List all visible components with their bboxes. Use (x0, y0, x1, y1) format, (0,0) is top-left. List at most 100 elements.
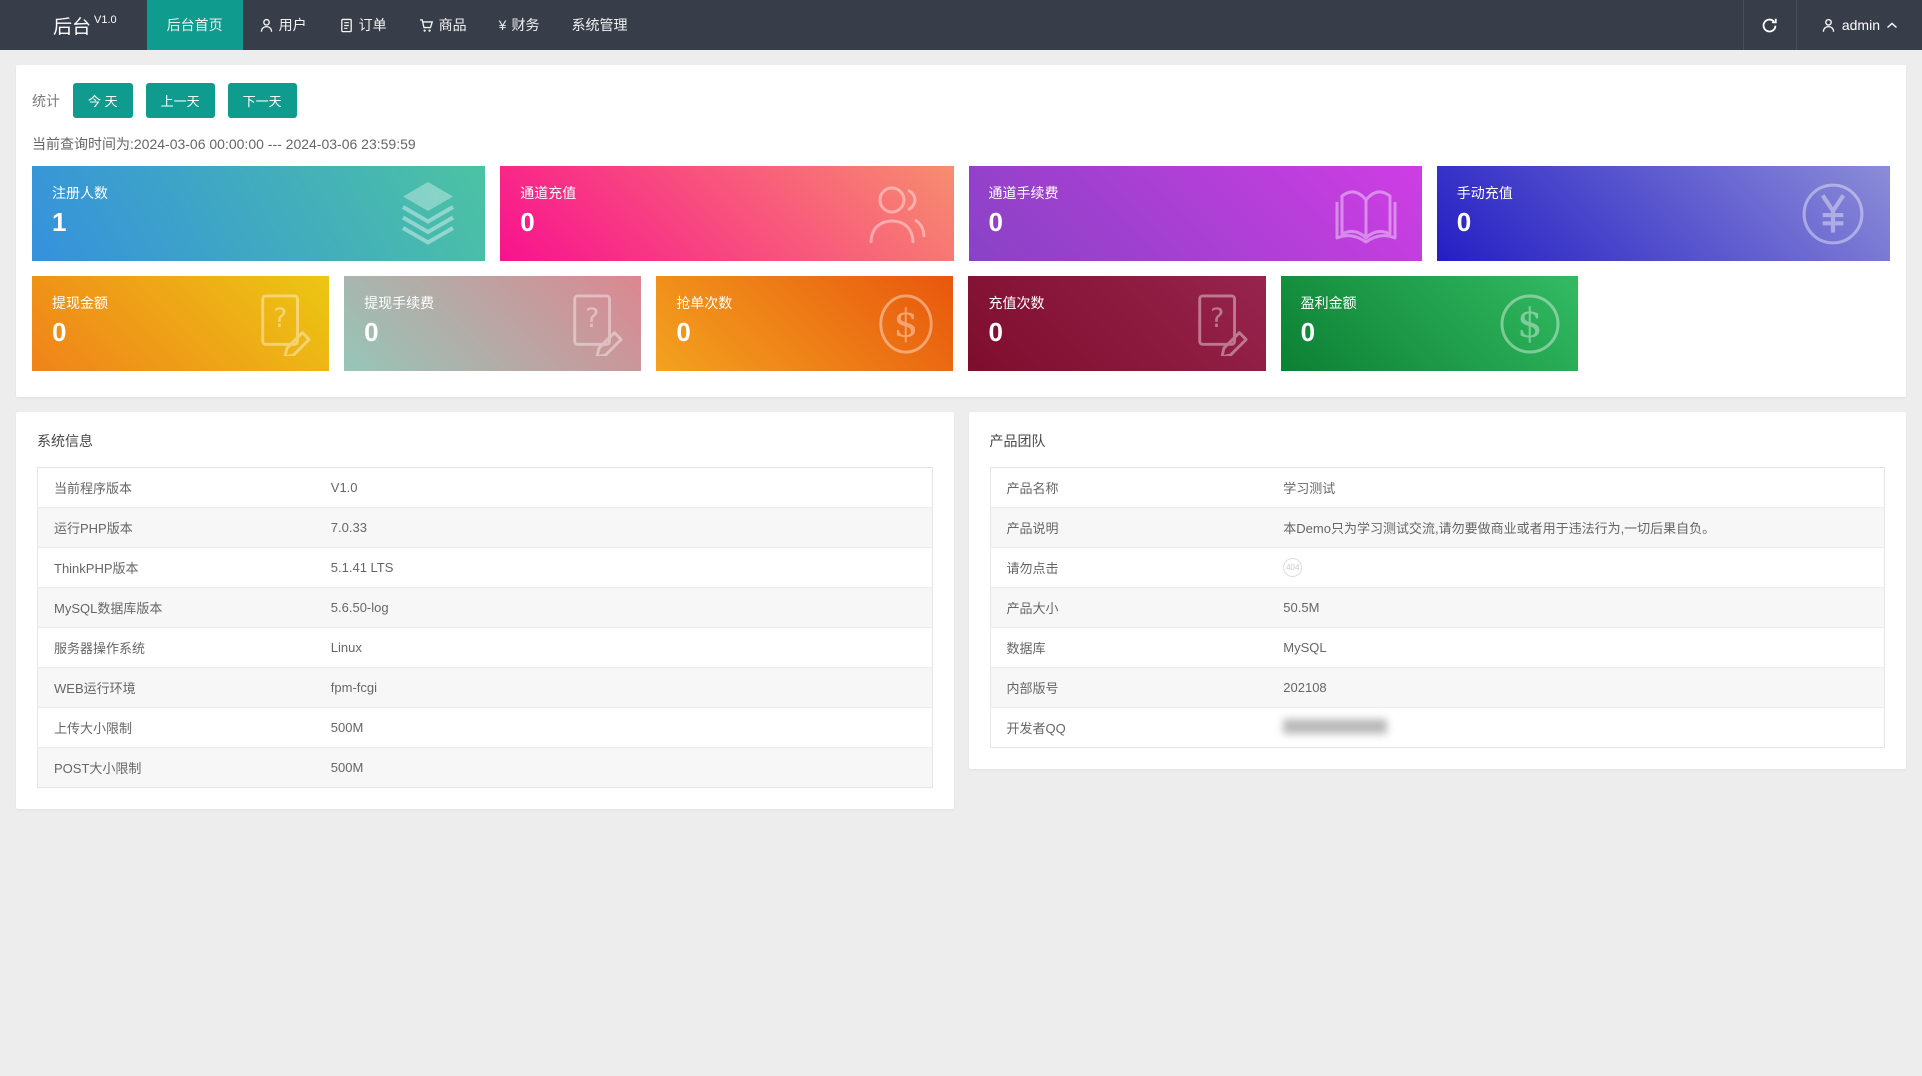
table-row: 请勿点击 404 (990, 547, 1885, 588)
table-row: MySQL数据库版本 5.6.50-log (37, 587, 932, 628)
refresh-button[interactable] (1742, 0, 1797, 50)
stat-card-manual-recharge: 手动充值 0 (1436, 166, 1890, 261)
query-time-text: 当前查询时间为:2024-03-06 00:00:00 --- 2024-03-… (32, 136, 416, 152)
stat-card-recharge-count: 充值次数 0 ? (968, 276, 1266, 371)
product-team-table: 产品名称 学习测试 产品说明 本Demo只为学习测试交流,请勿要做商业或者用于违… (989, 467, 1885, 748)
stat-cards-row-1: 注册人数 1 通道充值 0 通道手续费 0 手动充值 0 (32, 166, 1890, 261)
row-value: 500M (330, 720, 364, 735)
nav-item-finance[interactable]: ¥ 财务 (483, 0, 556, 50)
row-value: MySQL (1283, 640, 1327, 655)
system-info-table: 当前程序版本 V1.0 运行PHP版本 7.0.33 ThinkPHP版本 5.… (37, 467, 933, 788)
nav-item-products[interactable]: 商品 (403, 0, 483, 50)
row-value: 500M (330, 760, 364, 775)
nav-item-label: 商品 (438, 17, 467, 33)
user-menu[interactable]: admin (1797, 0, 1922, 50)
row-label: 开发者QQ (1006, 721, 1066, 736)
brand-title: 后台 (53, 16, 92, 38)
stat-cards-row-2: 提现金额 0 ? 提现手续费 0 ? 抢单次数 0 $ 充值次数 0 ? 盈利金… (32, 276, 1890, 371)
nav-item-home[interactable]: 后台首页 (146, 0, 243, 50)
row-label: 运行PHP版本 (54, 521, 133, 536)
table-row: 产品名称 学习测试 (990, 468, 1885, 508)
row-label: 产品大小 (1006, 601, 1059, 616)
previous-day-button[interactable]: 上一天 (145, 83, 215, 118)
row-value: 5.6.50-log (330, 600, 389, 615)
layers-icon (395, 179, 461, 249)
admin-user-icon (1821, 18, 1836, 33)
chevron-up-icon (1886, 21, 1898, 30)
table-row: 上传大小限制 500M (37, 707, 932, 748)
table-row: 产品大小 50.5M (990, 587, 1885, 628)
stats-panel: 统计 今 天 上一天 下一天 当前查询时间为:2024-03-06 00:00:… (16, 65, 1906, 397)
doc-question-icon: ? (567, 292, 625, 356)
stat-card-channel-recharge: 通道充值 0 (500, 166, 954, 261)
row-value: 学习测试 (1283, 481, 1336, 496)
table-row: 产品说明 本Demo只为学习测试交流,请勿要做商业或者用于违法行为,一切后果自负… (990, 507, 1885, 548)
dollar-circle-icon: $ (1498, 292, 1562, 356)
table-row: 当前程序版本 V1.0 (38, 468, 933, 508)
main-nav: 后台首页 用户 订单 商品 ¥ 财务 系统管理 (146, 0, 644, 50)
row-label: 产品说明 (1006, 521, 1059, 536)
nav-item-label: 订单 (358, 17, 387, 33)
row-value: 50.5M (1283, 600, 1320, 615)
row-label: POST大小限制 (54, 761, 142, 776)
stat-card-registered-users: 注册人数 1 (32, 166, 486, 261)
row-label: 当前程序版本 (54, 481, 133, 496)
user-icon (259, 18, 274, 33)
row-label: WEB运行环境 (54, 681, 136, 696)
stat-card-order-grab-count: 抢单次数 0 $ (656, 276, 954, 371)
row-value: 404 (1267, 548, 1884, 588)
row-label: 内部版号 (1006, 681, 1059, 696)
row-value: 本Demo只为学习测试交流,请勿要做商业或者用于违法行为,一切后果自负。 (1283, 521, 1716, 536)
today-button[interactable]: 今 天 (73, 83, 133, 118)
product-team-title: 产品团队 (989, 433, 1046, 449)
stat-card-withdraw-amount: 提现金额 0 ? (32, 276, 330, 371)
next-day-button[interactable]: 下一天 (227, 83, 297, 118)
yen-circle-icon (1800, 181, 1866, 247)
document-icon (339, 18, 354, 33)
product-team-panel: 产品团队 产品名称 学习测试 产品说明 本Demo只为学习测试交流,请勿要做商业… (968, 412, 1906, 769)
table-row: 开发者QQ (990, 707, 1885, 748)
system-info-panel: 系统信息 当前程序版本 V1.0 运行PHP版本 7.0.33 ThinkPHP… (16, 412, 954, 809)
table-row: 数据库 MySQL (990, 627, 1885, 668)
nav-item-label: 系统管理 (571, 17, 628, 33)
svg-text:?: ? (1210, 302, 1224, 333)
svg-text:?: ? (585, 302, 599, 333)
nav-item-orders[interactable]: 订单 (323, 0, 403, 50)
table-row: POST大小限制 500M (37, 747, 932, 788)
row-label: 上传大小限制 (54, 721, 133, 736)
developer-qq-redacted-value (1283, 718, 1388, 734)
svg-text:?: ? (273, 302, 287, 333)
row-label: 数据库 (1006, 641, 1046, 656)
dollar-circle-icon: $ (875, 292, 937, 356)
doc-question-icon: ? (255, 292, 313, 356)
nav-item-label: 用户 (278, 17, 307, 33)
row-value: fpm-fcgi (330, 680, 378, 695)
row-label: 服务器操作系统 (54, 641, 146, 656)
row-value: 5.1.41 LTS (330, 560, 394, 575)
stat-card-channel-fee: 通道手续费 0 (968, 166, 1422, 261)
table-row: ThinkPHP版本 5.1.41 LTS (37, 547, 932, 588)
refresh-icon (1761, 17, 1778, 34)
row-value: V1.0 (330, 480, 358, 495)
row-label: MySQL数据库版本 (54, 601, 163, 616)
username: admin (1841, 17, 1880, 33)
nav-item-label: 财务 (511, 17, 540, 33)
system-info-title: 系统信息 (37, 433, 93, 449)
do-not-click-badge[interactable]: 404 (1283, 558, 1303, 577)
navbar-right: admin (1742, 0, 1922, 50)
users-icon (866, 181, 930, 247)
brand-version: V1.0 (94, 14, 117, 26)
nav-item-system[interactable]: 系统管理 (555, 0, 643, 50)
nav-item-label: 后台首页 (166, 17, 223, 33)
row-value: 202108 (1283, 680, 1327, 695)
book-icon (1334, 184, 1398, 244)
row-value (1267, 708, 1884, 748)
cart-icon (419, 18, 434, 33)
yen-icon: ¥ (498, 17, 507, 33)
top-navbar: 后台 V1.0 后台首页 用户 订单 商品 ¥ 财务 系统管理 admin (0, 0, 1922, 50)
brand-logo[interactable]: 后台 V1.0 (0, 0, 117, 50)
stats-label: 统计 (32, 92, 60, 109)
doc-question-icon: ? (1192, 292, 1250, 356)
table-row: 运行PHP版本 7.0.33 (37, 507, 932, 548)
nav-item-users[interactable]: 用户 (243, 0, 323, 50)
